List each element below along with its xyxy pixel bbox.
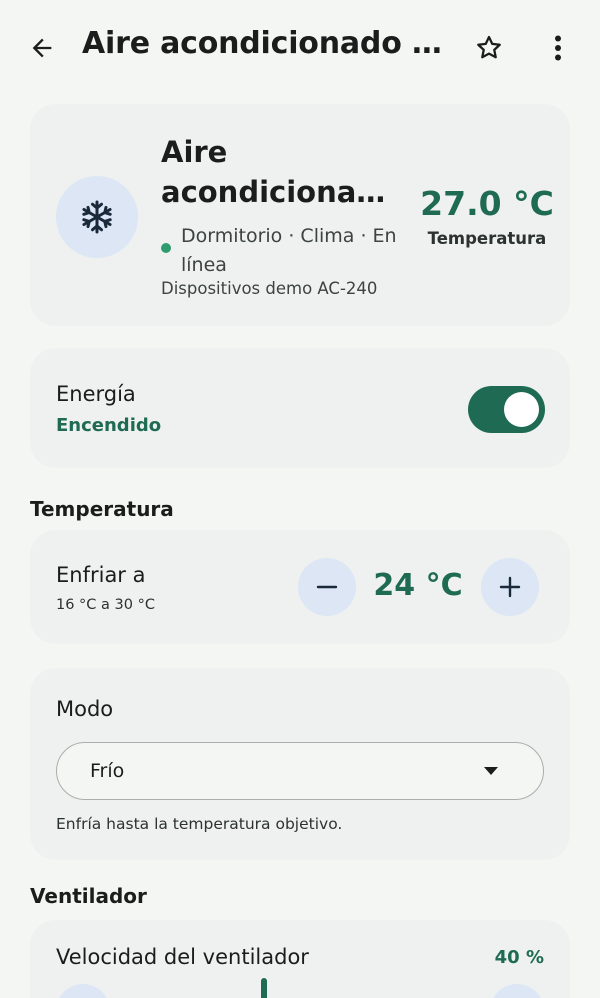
- mode-description: Enfría hasta la temperatura objetivo.: [56, 815, 343, 833]
- plus-icon: [499, 576, 521, 598]
- device-name: Aire acondicionado …: [161, 132, 411, 212]
- power-label: Energía: [56, 382, 136, 406]
- top-app-bar: Aire acondicionado del …: [0, 0, 600, 96]
- snowflake-icon: [82, 200, 112, 234]
- power-toggle[interactable]: [468, 386, 545, 433]
- setpoint-value: 24 °C: [373, 568, 463, 603]
- section-title-fan: Ventilador: [30, 884, 147, 908]
- power-status: Encendido: [56, 415, 162, 436]
- page-title: Aire acondicionado del …: [82, 26, 447, 61]
- back-button[interactable]: [22, 28, 62, 68]
- star-outline-icon: [477, 35, 501, 59]
- current-temperature-label: Temperatura: [427, 229, 547, 248]
- section-title-temperature: Temperatura: [30, 497, 174, 521]
- mode-label: Modo: [56, 697, 114, 721]
- minus-icon: [316, 585, 338, 589]
- fan-speed-label: Velocidad del ventilador: [56, 945, 309, 969]
- device-name-line-1: Aire: [161, 135, 228, 169]
- arrow-left-icon: [32, 38, 52, 58]
- more-vert-icon: [555, 35, 561, 61]
- online-status-dot: [161, 243, 171, 253]
- power-toggle-knob: [504, 392, 539, 427]
- current-temperature-value: 27.0 °C: [420, 184, 554, 223]
- device-avatar: [56, 176, 138, 258]
- fan-speed-value: 40 %: [494, 947, 544, 968]
- device-name-line-2: acondicionado …: [161, 175, 406, 209]
- mode-selected-value: Frío: [90, 760, 125, 782]
- setpoint-label: Enfriar a: [56, 563, 146, 587]
- device-status-text: Dormitorio · Clima · En línea: [181, 225, 397, 276]
- favorite-button[interactable]: [468, 27, 510, 69]
- decrease-temperature-button[interactable]: [298, 558, 356, 616]
- setpoint-range: 16 °C a 30 °C: [56, 597, 155, 613]
- increase-temperature-button[interactable]: [481, 558, 539, 616]
- more-options-button[interactable]: [540, 27, 576, 69]
- device-model: Dispositivos demo AC-240: [161, 279, 378, 298]
- dropdown-arrow-icon: [484, 767, 498, 775]
- fan-speed-slider-thumb[interactable]: [261, 978, 267, 998]
- mode-dropdown[interactable]: [56, 742, 544, 800]
